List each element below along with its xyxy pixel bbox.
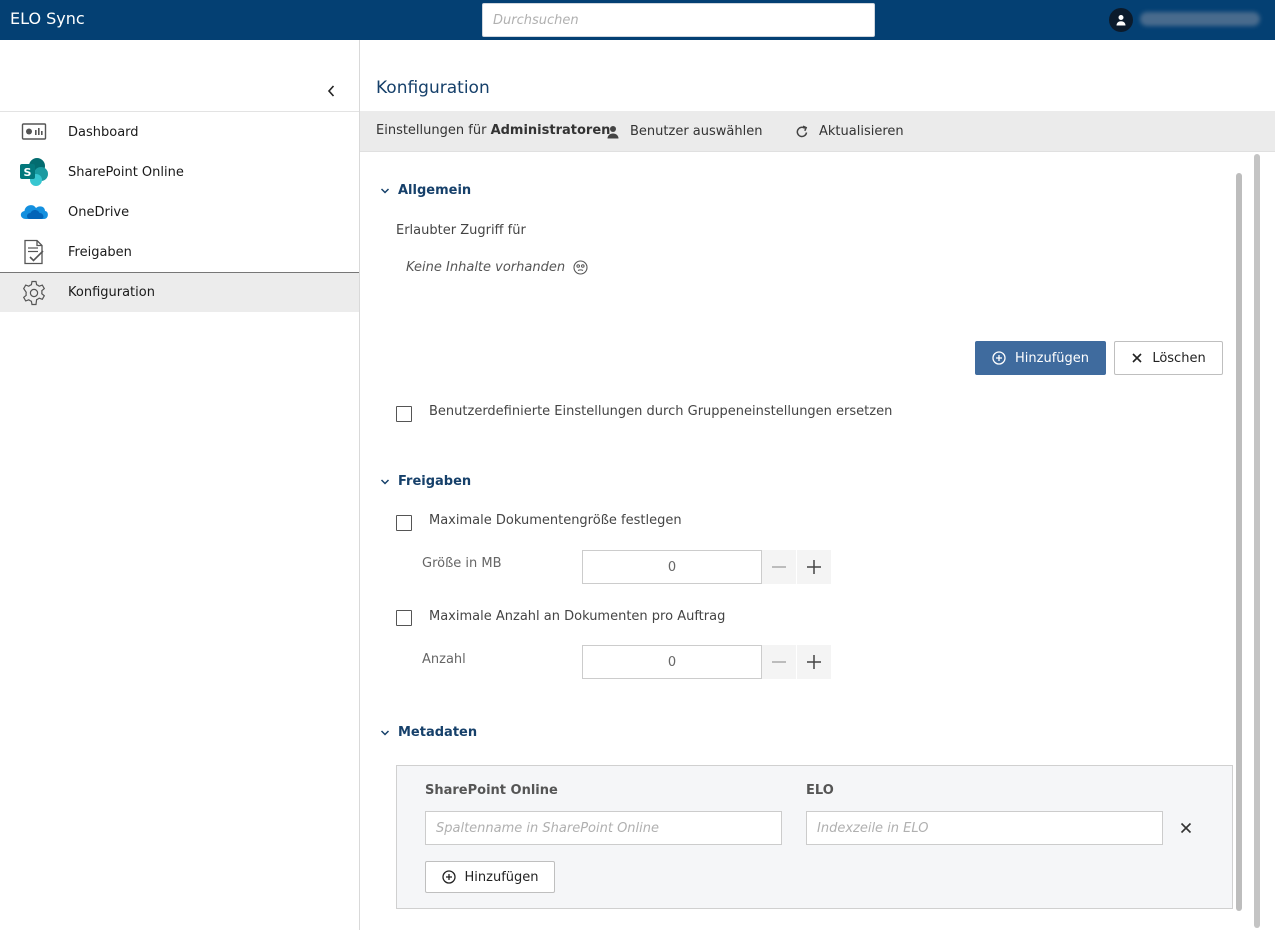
main-content: Konfiguration Einstellungen für Administ… bbox=[360, 40, 1275, 930]
user-icon bbox=[607, 125, 619, 138]
plus-icon bbox=[807, 655, 821, 669]
access-label: Erlaubter Zugriff für bbox=[396, 223, 526, 238]
chevron-left-icon bbox=[327, 85, 335, 97]
sidebar-item-label: Dashboard bbox=[68, 124, 139, 140]
max-size-checkbox[interactable] bbox=[396, 515, 412, 531]
content-scrollbar[interactable] bbox=[1236, 173, 1242, 911]
select-user-label: Benutzer auswählen bbox=[630, 124, 763, 139]
sidebar-item-onedrive[interactable]: OneDrive bbox=[0, 192, 359, 232]
minus-icon bbox=[772, 661, 786, 663]
search-input[interactable] bbox=[482, 3, 875, 37]
column-header-sharepoint: SharePoint Online bbox=[425, 783, 558, 798]
section-title: Metadaten bbox=[398, 725, 478, 740]
onedrive-icon bbox=[18, 198, 50, 226]
sidebar-item-label: Konfiguration bbox=[68, 285, 155, 300]
empty-text: Keine Inhalte vorhanden bbox=[406, 260, 566, 275]
add-button-label: Hinzufügen bbox=[1015, 350, 1089, 366]
freigaben-icon bbox=[18, 238, 50, 266]
override-group-settings-checkbox[interactable] bbox=[396, 406, 412, 422]
sharepoint-icon: S bbox=[18, 158, 50, 186]
user-avatar[interactable] bbox=[1109, 8, 1133, 32]
top-bar: ELO Sync bbox=[0, 0, 1275, 40]
max-count-label: Maximale Anzahl an Dokumenten pro Auftra… bbox=[429, 609, 726, 624]
close-icon bbox=[1180, 822, 1192, 834]
delete-button-label: Löschen bbox=[1152, 350, 1206, 366]
gear-icon bbox=[18, 279, 50, 307]
refresh-label: Aktualisieren bbox=[819, 124, 904, 139]
page-title: Konfiguration bbox=[376, 78, 490, 98]
section-allgemein-header[interactable]: Allgemein bbox=[380, 183, 471, 198]
collapse-sidebar-button[interactable] bbox=[320, 80, 342, 102]
sidebar-item-label: Freigaben bbox=[68, 244, 132, 260]
toolbar: Einstellungen für Administratoren Benutz… bbox=[360, 111, 1275, 152]
chevron-down-icon bbox=[380, 728, 390, 738]
settings-target: Administratoren bbox=[490, 123, 611, 138]
max-size-label: Maximale Dokumentengröße festlegen bbox=[429, 513, 682, 528]
dashboard-icon bbox=[18, 118, 50, 146]
add-mapping-button[interactable]: Hinzufügen bbox=[425, 861, 555, 893]
remove-mapping-button[interactable] bbox=[1176, 818, 1196, 838]
size-label: Größe in MB bbox=[422, 556, 502, 571]
svg-text:S: S bbox=[24, 166, 32, 179]
sidebar-item-freigaben[interactable]: Freigaben bbox=[0, 232, 359, 272]
elo-index-input[interactable] bbox=[806, 811, 1163, 845]
sidebar: Dashboard S SharePoint Online OneDrive F… bbox=[0, 40, 360, 930]
settings-prefix: Einstellungen für bbox=[376, 123, 487, 138]
confused-face-icon bbox=[573, 260, 588, 275]
refresh-icon bbox=[796, 125, 808, 137]
page-scrollbar[interactable] bbox=[1253, 152, 1261, 930]
close-icon bbox=[1132, 353, 1142, 363]
add-mapping-label: Hinzufügen bbox=[464, 869, 539, 885]
size-input[interactable] bbox=[582, 550, 762, 584]
count-decrement-button[interactable] bbox=[762, 645, 796, 679]
chevron-down-icon bbox=[380, 477, 390, 487]
user-name-redacted[interactable] bbox=[1140, 12, 1260, 26]
empty-state: Keine Inhalte vorhanden bbox=[406, 260, 588, 275]
delete-button[interactable]: Löschen bbox=[1114, 341, 1223, 375]
sidebar-item-label: OneDrive bbox=[68, 204, 130, 220]
sidebar-item-konfiguration[interactable]: Konfiguration bbox=[0, 272, 359, 312]
section-metadaten-header[interactable]: Metadaten bbox=[380, 725, 477, 740]
column-header-elo: ELO bbox=[806, 783, 834, 798]
sharepoint-column-input[interactable] bbox=[425, 811, 782, 845]
section-title: Allgemein bbox=[398, 183, 472, 198]
sidebar-item-dashboard[interactable]: Dashboard bbox=[0, 112, 359, 152]
metadata-mapping-panel: SharePoint Online ELO Hinzufügen bbox=[396, 765, 1233, 909]
plus-icon bbox=[807, 560, 821, 574]
minus-icon bbox=[772, 566, 786, 568]
refresh-button[interactable]: Aktualisieren bbox=[795, 111, 904, 152]
size-increment-button[interactable] bbox=[797, 550, 831, 584]
app-title: ELO Sync bbox=[10, 9, 85, 28]
plus-circle-icon bbox=[992, 351, 1006, 365]
sidebar-item-label: SharePoint Online bbox=[68, 164, 184, 180]
count-label: Anzahl bbox=[422, 652, 466, 667]
count-increment-button[interactable] bbox=[797, 645, 831, 679]
chevron-down-icon bbox=[380, 186, 390, 196]
plus-circle-icon bbox=[441, 870, 456, 884]
sidebar-item-sharepoint-online[interactable]: S SharePoint Online bbox=[0, 152, 359, 192]
size-decrement-button[interactable] bbox=[762, 550, 796, 584]
scrollbar-thumb[interactable] bbox=[1254, 154, 1260, 928]
section-title: Freigaben bbox=[398, 474, 472, 489]
max-count-checkbox[interactable] bbox=[396, 610, 412, 626]
select-user-button[interactable]: Benutzer auswählen bbox=[606, 111, 762, 152]
user-icon bbox=[1116, 15, 1126, 26]
add-access-button[interactable]: Hinzufügen bbox=[975, 341, 1106, 375]
count-input[interactable] bbox=[582, 645, 762, 679]
settings-for-label: Einstellungen für Administratoren bbox=[376, 123, 610, 138]
override-group-settings-label: Benutzerdefinierte Einstellungen durch G… bbox=[429, 404, 893, 419]
section-freigaben-header[interactable]: Freigaben bbox=[380, 474, 471, 489]
